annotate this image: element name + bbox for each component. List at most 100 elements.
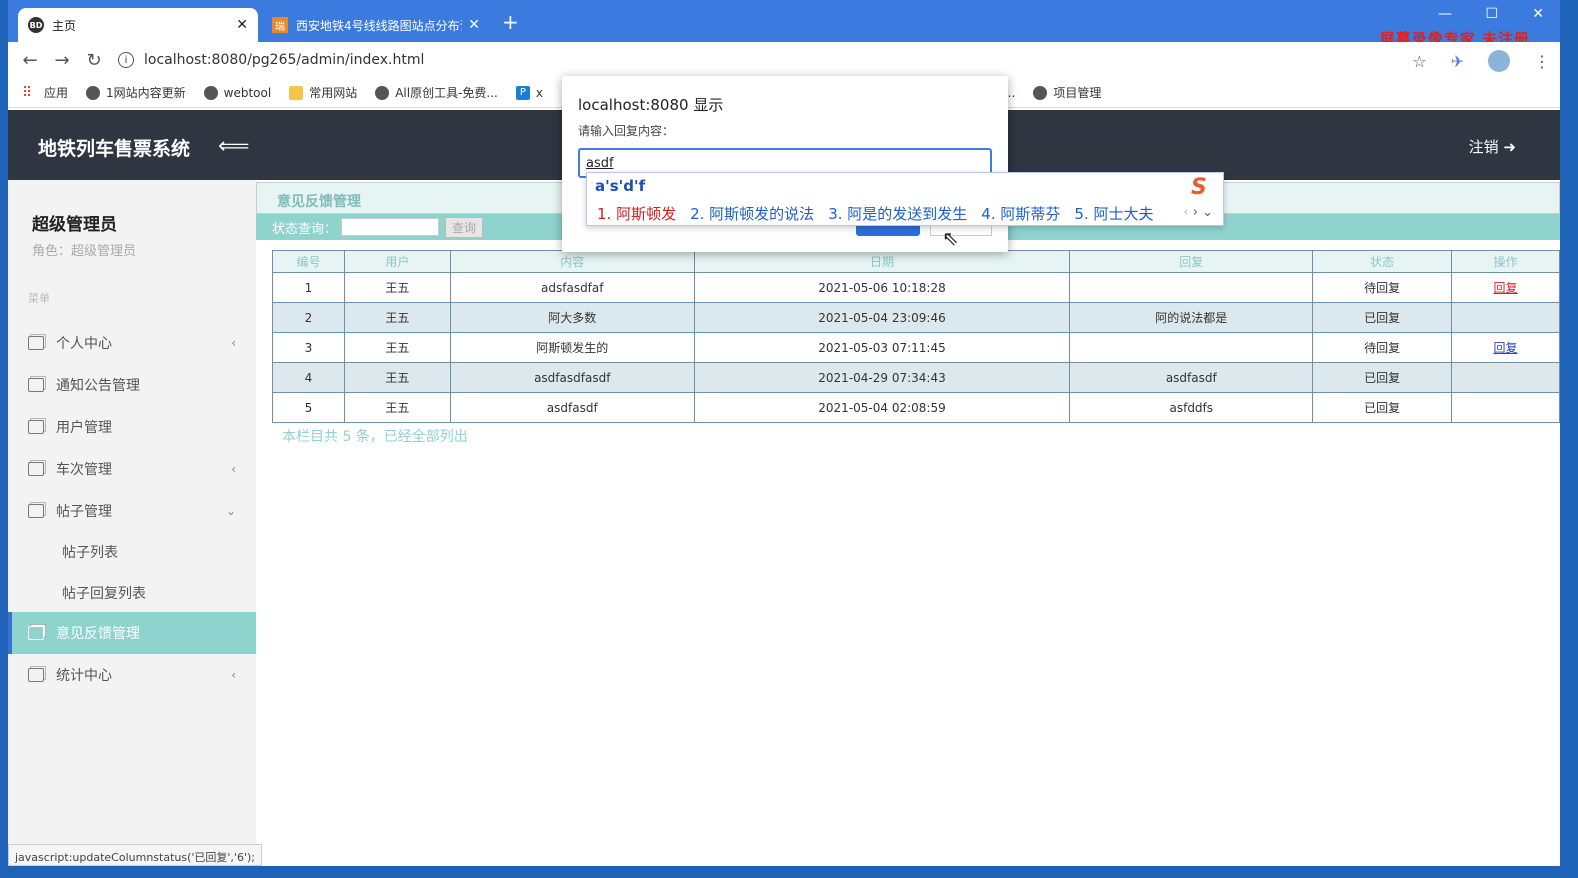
page-icon (28, 504, 44, 518)
extension-icon[interactable]: ✈ (1451, 52, 1464, 71)
sidebar-item-personal[interactable]: 个人中心 ‹ (8, 323, 256, 363)
col-header-reply: 回复 (1069, 250, 1314, 273)
tab-title: 主页 (52, 18, 77, 33)
prev-page-icon[interactable]: ‹ (1183, 205, 1188, 220)
address-bar: ← → ↻ i localhost:8080/pg265/admin/index… (8, 42, 1560, 78)
more-menu-icon[interactable]: ⋮ (1534, 52, 1550, 71)
ime-candidate[interactable]: 5. 阿士大夫 (1074, 203, 1153, 224)
forward-arrow-icon[interactable]: → (46, 50, 78, 71)
page-icon (28, 420, 44, 434)
page-icon (28, 462, 44, 476)
chevron-left-icon: ‹ (231, 336, 236, 350)
sidebar-item-trains[interactable]: 车次管理 ‹ (8, 449, 256, 489)
sidebar-item-post-replies[interactable]: 帖子回复列表 (8, 573, 256, 613)
close-tab-icon[interactable]: ✕ (468, 17, 480, 33)
page-icon (28, 336, 44, 350)
sogou-logo-icon: S (1191, 175, 1207, 200)
tab-metro-map[interactable]: 瑞 西安地铁4号线线路图站点分布详 ✕ (262, 8, 490, 42)
col-header-user: 用户 (343, 250, 451, 273)
maximize-icon[interactable]: ☐ (1485, 6, 1498, 22)
dialog-title: localhost:8080 显示 (578, 96, 724, 114)
back-arrow-icon[interactable]: ← (14, 50, 46, 71)
tab-home[interactable]: BD 主页 ✕ (18, 8, 258, 42)
tab-title: 西安地铁4号线线路图站点分布详 (296, 18, 463, 33)
col-header-date: 日期 (693, 250, 1071, 273)
menu-label: 菜单 (28, 292, 50, 305)
table-row: 5 王五 asdfasdf 2021-05-04 02:08:59 asfddf… (272, 392, 1560, 423)
url-field[interactable]: i localhost:8080/pg265/admin/index.html (118, 52, 424, 68)
tab-strip: BD 主页 ✕ 瑞 西安地铁4号线线路图站点分布详 ✕ + — ☐ ✕ 屏幕录像… (8, 0, 1560, 48)
ime-candidate[interactable]: 2. 阿斯顿发的说法 (690, 203, 814, 224)
ime-candidate-popup: a's'd'f S 1. 阿斯顿发 2. 阿斯顿发的说法 3. 阿是的发送到发生… (586, 172, 1224, 226)
ime-pinyin: a's'd'f (595, 177, 646, 195)
page-icon (28, 626, 44, 640)
apps-grid-icon: ⠿ (22, 84, 33, 101)
bookmark-webtool[interactable]: webtool (203, 85, 271, 100)
reply-link[interactable]: 回复 (1494, 281, 1518, 295)
ime-candidate[interactable]: 3. 阿是的发送到发生 (828, 203, 967, 224)
menu-toggle-icon[interactable]: ⟸ (218, 134, 250, 159)
bookmark-p[interactable]: Px (515, 85, 543, 100)
query-button[interactable]: 查询 (445, 216, 484, 238)
window-close-icon[interactable]: ✕ (1532, 6, 1544, 22)
dialog-message: 请输入回复内容： (578, 124, 675, 138)
bookmark-apps[interactable]: ⠿ 应用 (22, 84, 68, 101)
globe-icon (1033, 85, 1048, 100)
site-favicon-icon: 瑞 (272, 17, 288, 33)
page-icon (28, 668, 44, 682)
table-row: 4 王五 asdfasdfasdf 2021-04-29 07:34:43 as… (272, 362, 1560, 393)
feedback-table: 编号 用户 内容 日期 回复 状态 操作 1 王五 adsfasdfaf 202… (272, 250, 1560, 423)
logout-icon: ➜ (1503, 138, 1516, 156)
sidebar-item-stats[interactable]: 统计中心 ‹ (8, 655, 256, 695)
user-name: 超级管理员 (32, 215, 117, 235)
ime-candidate[interactable]: 1. 阿斯顿发 (597, 203, 676, 224)
logout-button[interactable]: 注销 ➜ (1469, 136, 1516, 157)
star-bookmark-icon[interactable]: ☆ (1412, 52, 1426, 71)
bookmark-all-tools[interactable]: All原创工具-免费... (375, 84, 498, 101)
app-title: 地铁列车售票系统 (38, 138, 191, 160)
info-icon[interactable]: i (118, 52, 134, 68)
browser-status-bar: javascript:updateColumnstatus('已回复','6')… (8, 844, 262, 866)
p-logo-icon: P (515, 85, 530, 100)
sidebar-item-users[interactable]: 用户管理 (8, 407, 256, 447)
bookmark-project[interactable]: 项目管理 (1033, 84, 1101, 101)
page-icon (28, 378, 44, 392)
sidebar-item-posts[interactable]: 帖子管理 ⌄ (8, 491, 256, 531)
baidu-favicon-icon: BD (28, 17, 44, 33)
chevron-left-icon: ‹ (231, 462, 236, 476)
table-header-row: 编号 用户 内容 日期 回复 状态 操作 (272, 250, 1560, 273)
table-row: 3 王五 阿斯顿发生的 2021-05-03 07:11:45 待回复 回复 (272, 332, 1560, 363)
user-role: 角色：超级管理员 (32, 244, 137, 259)
reload-icon[interactable]: ↻ (78, 50, 110, 71)
status-search-input[interactable] (341, 218, 440, 236)
minimize-icon[interactable]: — (1438, 6, 1452, 22)
filter-label: 状态查询： (272, 221, 338, 237)
chevron-down-icon: ⌄ (225, 504, 236, 518)
sidebar-item-post-list[interactable]: 帖子列表 (8, 532, 256, 572)
close-tab-icon[interactable]: ✕ (236, 17, 248, 33)
globe-icon (375, 85, 390, 100)
sidebar-item-feedback[interactable]: 意见反馈管理 (8, 612, 256, 654)
next-page-icon[interactable]: › (1193, 205, 1198, 220)
col-header-action: 操作 (1451, 250, 1560, 273)
col-header-content: 内容 (449, 250, 695, 273)
table-row: 1 王五 adsfasdfaf 2021-05-06 10:18:28 待回复 … (272, 272, 1560, 303)
mouse-cursor-icon: ⇖ (942, 226, 959, 250)
bookmark-1[interactable]: 1网站内容更新 (86, 84, 186, 101)
chevron-left-icon: ‹ (231, 668, 236, 682)
table-row: 2 王五 阿大多数 2021-05-04 23:09:46 阿的说法都是 已回复 (272, 302, 1560, 333)
total-count-text: 本栏目共 5 条，已经全部列出 (282, 429, 468, 445)
ime-candidate[interactable]: 4. 阿斯蒂芬 (981, 203, 1060, 224)
col-header-status: 状态 (1312, 250, 1453, 273)
bookmark-common-sites[interactable]: 常用网站 (289, 84, 357, 101)
profile-avatar[interactable] (1488, 50, 1510, 72)
sidebar-item-notices[interactable]: 通知公告管理 (8, 365, 256, 405)
col-header-id: 编号 (272, 250, 345, 273)
expand-icon[interactable]: ⌄ (1202, 205, 1213, 220)
url-text: localhost:8080/pg265/admin/index.html (144, 52, 425, 68)
new-tab-plus-icon[interactable]: + (502, 12, 519, 32)
main-content: 意见反馈管理 状态查询： 查询 编号 用户 内容 日期 回复 状态 操作 1 王… (256, 180, 1560, 866)
sidebar: 超级管理员 角色：超级管理员 菜单 个人中心 ‹ 通知公告管理 用户管理 车次管理… (8, 180, 256, 866)
globe-icon (203, 85, 218, 100)
reply-link[interactable]: 回复 (1494, 341, 1518, 355)
